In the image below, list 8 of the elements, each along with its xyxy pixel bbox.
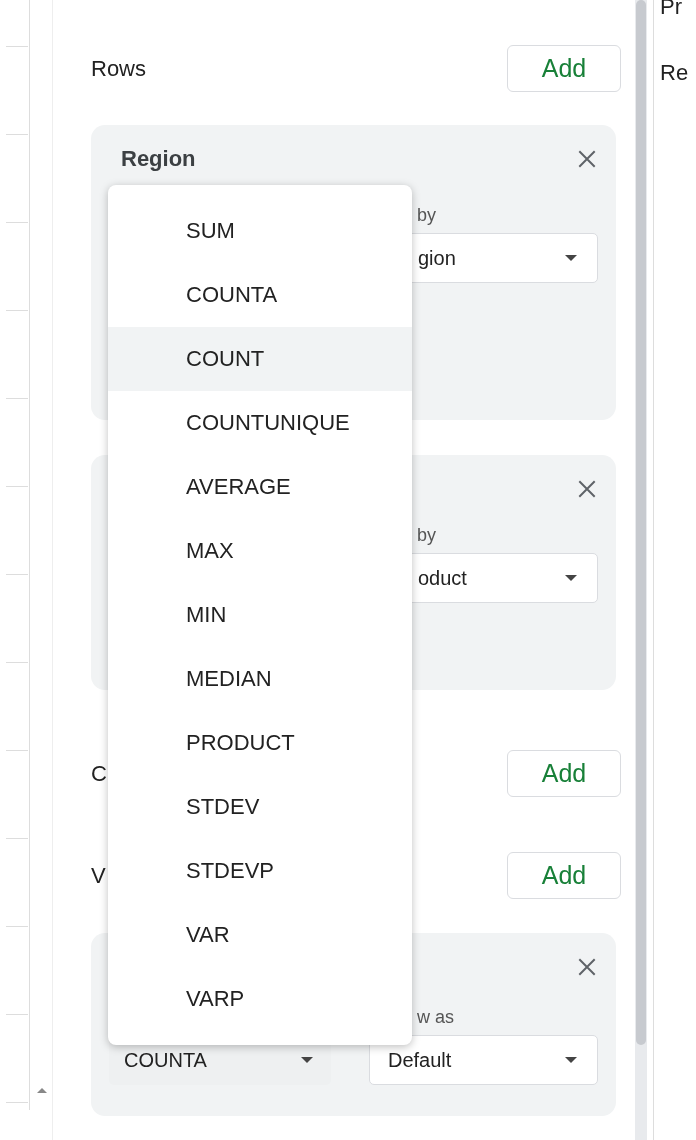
field-label: by (417, 205, 436, 227)
section-title: C (91, 760, 107, 787)
field-label: w as (417, 1007, 454, 1029)
section-title: V (91, 862, 106, 889)
section-title: Rows (91, 55, 146, 82)
card-title: Region (121, 146, 196, 172)
field-label: by (417, 525, 436, 547)
panel-text: Re (660, 60, 690, 86)
